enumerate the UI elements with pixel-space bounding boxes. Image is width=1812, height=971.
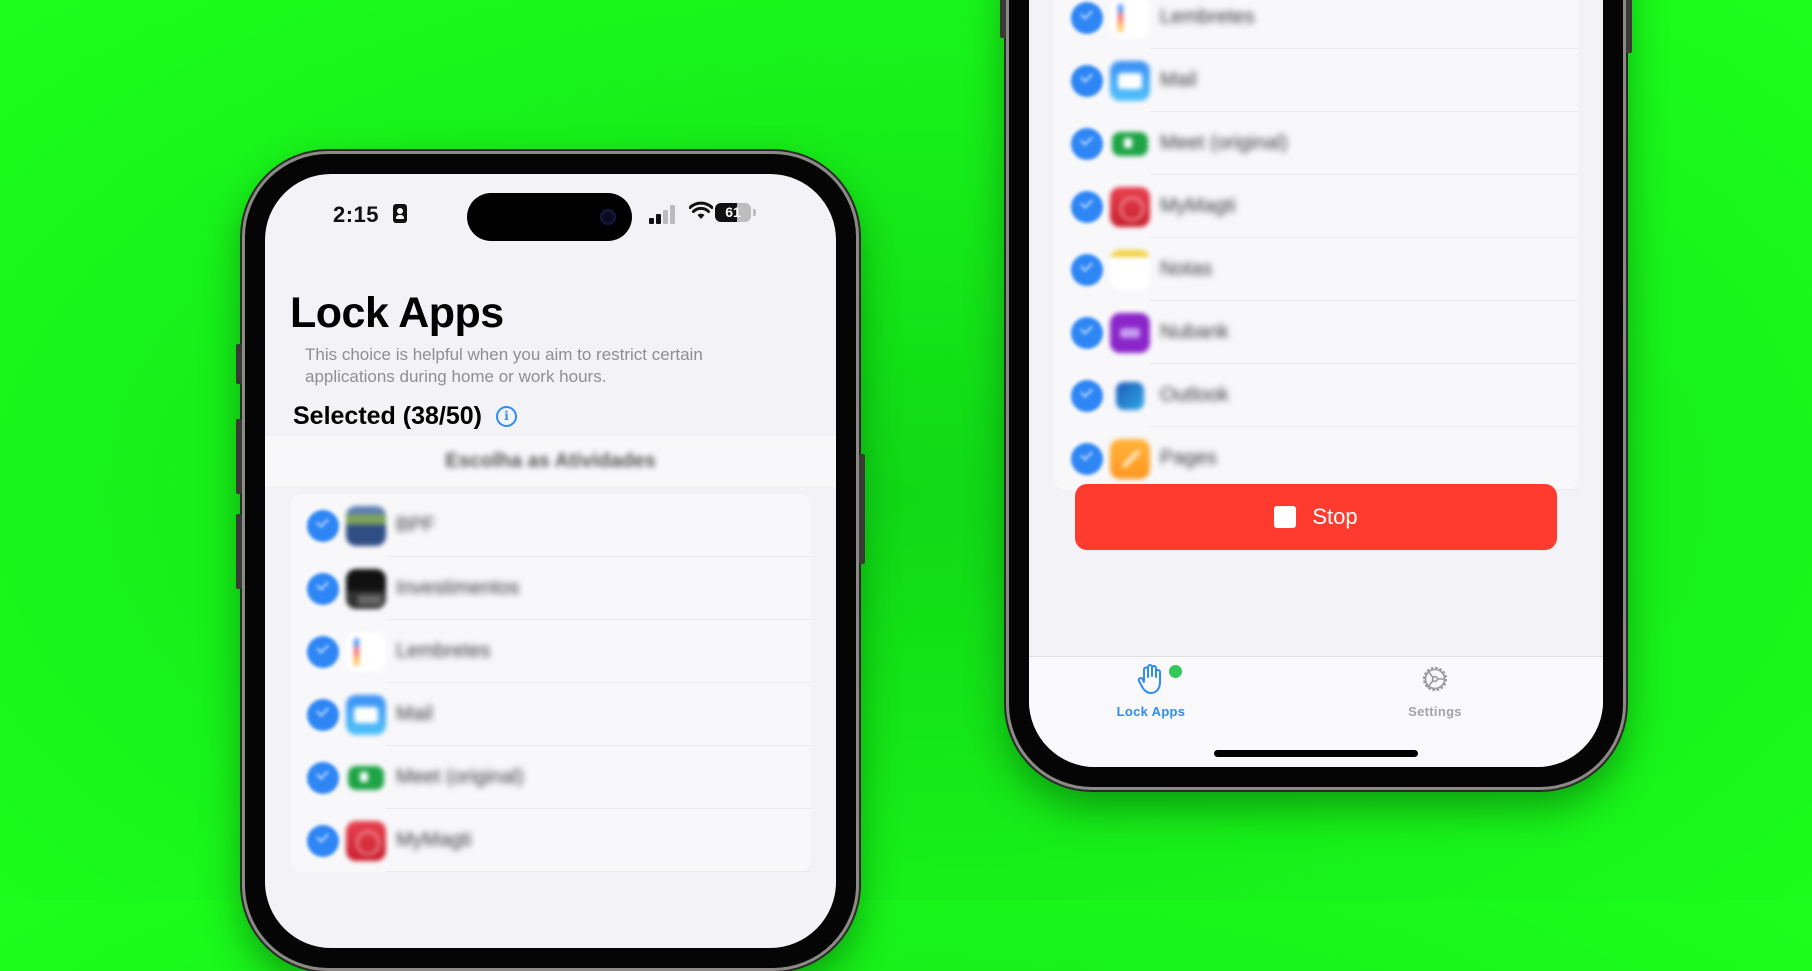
battery-icon: 61	[715, 203, 751, 222]
app-row[interactable]: Mail	[290, 683, 811, 746]
phone-right: InvestimentosLembretesMailMeet (original…	[1000, 0, 1632, 790]
outlook-app-icon	[1110, 376, 1150, 416]
page-description: This choice is helpful when you aim to r…	[305, 345, 703, 386]
app-row[interactable]: BPF	[290, 494, 811, 557]
volume-up-button	[236, 419, 242, 494]
pages-app-icon	[1110, 438, 1150, 479]
app-name: Notas	[1160, 258, 1213, 280]
hand-raised-icon	[1137, 664, 1161, 694]
app-row[interactable]: MyMagti	[290, 809, 811, 872]
dynamic-island	[467, 193, 632, 241]
selected-count-row: Selected (38/50) i	[293, 402, 517, 431]
app-name: Meet (original)	[396, 766, 524, 788]
app-row[interactable]: Meet (original)	[290, 746, 811, 809]
checkmark-circle-icon[interactable]	[307, 698, 339, 731]
app-row[interactable]: Investimentos	[290, 557, 811, 620]
volume-down-button	[1000, 0, 1006, 38]
app-name: Mail	[1160, 69, 1197, 91]
nubank-app-icon	[1110, 312, 1150, 353]
lock-apps-screen-scrolled: InvestimentosLembretesMailMeet (original…	[1029, 0, 1603, 767]
app-row[interactable]: Notas	[1054, 238, 1578, 301]
meet-app-icon	[346, 758, 386, 798]
app-row[interactable]: Pages	[1054, 427, 1578, 490]
app-name: Pages	[1160, 447, 1217, 469]
selected-count-label: Selected (38/50)	[293, 402, 482, 430]
tab-settings[interactable]: Settings	[1365, 663, 1505, 719]
app-name: Lembretes	[1160, 6, 1255, 28]
active-status-dot	[1169, 665, 1182, 678]
checkmark-circle-icon[interactable]	[1071, 1, 1103, 34]
activity-picker-header: Escolha as Atividades	[265, 436, 836, 486]
cellular-signal-icon	[649, 204, 679, 224]
app-name: Lembretes	[396, 640, 491, 662]
info-icon[interactable]: i	[496, 406, 517, 427]
app-list: BPF Investimentos Lembretes Mail Meet (origi…	[290, 494, 811, 872]
app-row[interactable]: Outlook	[1054, 364, 1578, 427]
focus-mode-icon	[393, 204, 407, 223]
power-button	[859, 454, 865, 564]
reminders-app-icon	[1110, 0, 1150, 38]
stop-button-label: Stop	[1312, 504, 1358, 529]
tab-lock-apps[interactable]: Lock Apps	[1081, 663, 1221, 719]
wifi-icon	[689, 201, 713, 219]
action-button	[236, 344, 242, 384]
stop-button[interactable]: Stop	[1075, 484, 1557, 550]
app-list: InvestimentosLembretesMailMeet (original…	[1054, 0, 1578, 490]
reminders-app-icon	[346, 631, 386, 672]
stop-icon	[1274, 506, 1297, 528]
lock-apps-screen: 2:15 61 Lock Apps This choice is helpful…	[265, 174, 836, 948]
app-row[interactable]: Lembretes	[1054, 0, 1578, 49]
tab-lock-apps-label: Lock Apps	[1116, 704, 1186, 719]
checkmark-circle-icon[interactable]	[307, 635, 339, 668]
app-row[interactable]: Mail	[1054, 49, 1578, 112]
tab-bar: Lock Apps Settings	[1029, 656, 1603, 767]
checkmark-circle-icon[interactable]	[307, 824, 339, 857]
camera-icon	[600, 209, 616, 225]
phone-left: 2:15 61 Lock Apps This choice is helpful…	[236, 151, 865, 971]
mymagti-app-icon	[346, 820, 386, 861]
page-title: Lock Apps	[290, 289, 504, 337]
mymagti-app-icon	[1110, 186, 1150, 227]
app-name: Nubank	[1160, 321, 1229, 343]
mail-app-icon	[346, 694, 386, 735]
mail-app-icon	[1110, 60, 1150, 101]
app-name: MyMagti	[396, 829, 472, 851]
volume-down-button	[236, 514, 242, 589]
power-button	[1626, 0, 1632, 53]
bank-app-icon	[346, 505, 386, 546]
app-row[interactable]: Lembretes	[290, 620, 811, 683]
status-bar: 2:15 61	[265, 174, 836, 254]
status-time: 2:15	[333, 202, 380, 227]
gear-icon	[1422, 666, 1448, 692]
notes-app-icon	[1110, 249, 1150, 290]
home-indicator[interactable]	[1214, 750, 1418, 757]
investments-app-icon	[346, 568, 386, 609]
checkmark-circle-icon[interactable]	[1071, 379, 1103, 412]
checkmark-circle-icon[interactable]	[1071, 253, 1103, 286]
app-row[interactable]: Nubank	[1054, 301, 1578, 364]
app-name: BPF	[396, 514, 435, 536]
app-row[interactable]: MyMagti	[1054, 175, 1578, 238]
checkmark-circle-icon[interactable]	[307, 572, 339, 605]
checkmark-circle-icon[interactable]	[1071, 316, 1103, 349]
meet-app-icon	[1110, 124, 1150, 164]
checkmark-circle-icon[interactable]	[1071, 127, 1103, 160]
checkmark-circle-icon[interactable]	[1071, 64, 1103, 97]
tab-settings-label: Settings	[1408, 704, 1462, 719]
app-name: Mail	[396, 703, 433, 725]
checkmark-circle-icon[interactable]	[307, 761, 339, 794]
checkmark-circle-icon[interactable]	[1071, 442, 1103, 475]
checkmark-circle-icon[interactable]	[307, 509, 339, 542]
app-name: MyMagti	[1160, 195, 1236, 217]
app-name: Outlook	[1160, 384, 1229, 406]
app-row[interactable]: Meet (original)	[1054, 112, 1578, 175]
app-name: Investimentos	[396, 577, 520, 599]
checkmark-circle-icon[interactable]	[1071, 190, 1103, 223]
app-name: Meet (original)	[1160, 132, 1288, 154]
battery-percent: 61	[725, 204, 741, 220]
activity-picker-title: Escolha as Atividades	[445, 450, 656, 472]
